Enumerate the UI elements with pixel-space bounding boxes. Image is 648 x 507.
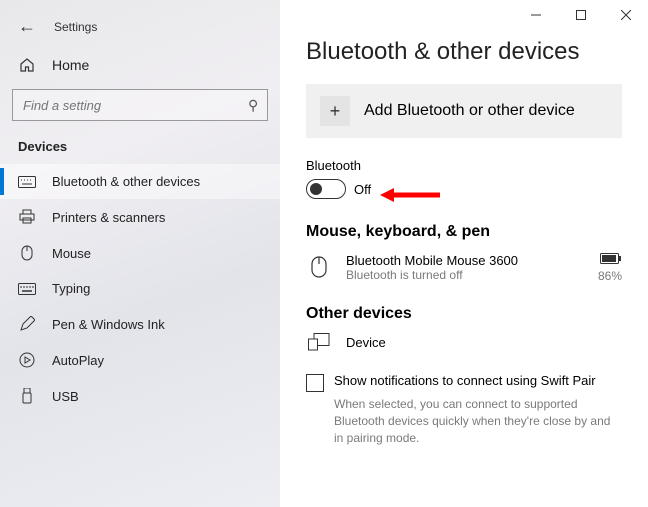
sidebar-item-autoplay[interactable]: AutoPlay [0,342,280,378]
sidebar-item-label: Pen & Windows Ink [52,317,165,332]
sidebar-item-label: Bluetooth & other devices [52,174,200,189]
sidebar-item-pen[interactable]: Pen & Windows Ink [0,306,280,342]
autoplay-icon [18,352,36,368]
keyboard-icon [18,176,36,188]
sidebar-item-printers[interactable]: Printers & scanners [0,199,280,235]
swift-pair-description: When selected, you can connect to suppor… [306,396,622,446]
battery-percent: 86% [598,269,622,283]
sidebar-item-typing[interactable]: Typing [0,271,280,306]
battery-icon [598,251,622,269]
device-row[interactable]: Device [306,333,622,351]
sidebar-item-bluetooth[interactable]: Bluetooth & other devices [0,164,280,199]
sidebar-item-mouse[interactable]: Mouse [0,235,280,271]
window-title: Settings [54,20,97,34]
device-status: Bluetooth is turned off [346,268,598,282]
swift-pair-label: Show notifications to connect using Swif… [334,373,596,388]
usb-icon [18,388,36,404]
mouse-heading: Mouse, keyboard, & pen [306,223,622,241]
sidebar-item-label: Typing [52,281,90,296]
section-label: Devices [0,135,280,164]
bluetooth-state: Off [354,182,371,197]
sidebar-item-label: Printers & scanners [52,210,165,225]
minimize-button[interactable] [513,0,558,30]
sidebar-item-usb[interactable]: USB [0,378,280,414]
page-title: Bluetooth & other devices [306,38,622,66]
other-heading: Other devices [306,305,622,323]
swift-pair-checkbox[interactable] [306,374,324,392]
back-arrow-icon[interactable]: ← [18,16,36,37]
search-icon: ⚲ [248,97,258,114]
main-content: Bluetooth & other devices + Add Bluetoot… [280,0,648,507]
nav-home-label: Home [52,57,89,73]
device-row[interactable]: Bluetooth Mobile Mouse 3600 Bluetooth is… [306,251,622,283]
plus-icon: + [320,96,350,126]
close-button[interactable] [603,0,648,30]
nav-home[interactable]: Home [0,47,280,83]
annotation-arrow [380,185,440,205]
typing-icon [18,283,36,295]
add-device-label: Add Bluetooth or other device [364,102,575,120]
sidebar-item-label: USB [52,389,79,404]
pen-icon [18,316,36,332]
sidebar: ← Settings Home ⚲ Devices Bluetooth & ot… [0,0,280,507]
home-icon [18,57,36,73]
mouse-device-icon [306,256,332,278]
search-input[interactable] [12,89,268,121]
sidebar-item-label: Mouse [52,246,91,261]
bluetooth-label: Bluetooth [306,158,622,173]
device-name: Device [346,335,622,350]
device-icon [306,333,332,351]
bluetooth-toggle[interactable] [306,179,346,199]
printer-icon [18,209,36,225]
maximize-button[interactable] [558,0,603,30]
mouse-icon [18,245,36,261]
device-name: Bluetooth Mobile Mouse 3600 [346,253,598,268]
add-device-button[interactable]: + Add Bluetooth or other device [306,84,622,138]
sidebar-item-label: AutoPlay [52,353,104,368]
